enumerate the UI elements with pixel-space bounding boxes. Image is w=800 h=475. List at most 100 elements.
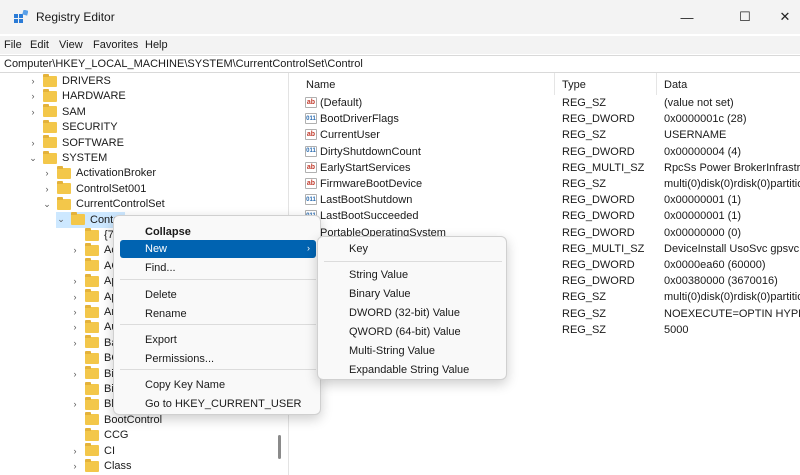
chevron-right-icon[interactable]: ›	[70, 245, 80, 255]
submenu-item[interactable]: DWORD (32-bit) Value	[324, 304, 502, 322]
tree-item[interactable]: › HARDWARE	[28, 88, 126, 104]
tree-item[interactable]: {7	[70, 227, 114, 243]
tree-item[interactable]: › Ba	[70, 335, 117, 351]
tree-item-label: CurrentControlSet	[76, 198, 165, 211]
context-menu-item[interactable]: Rename	[120, 305, 316, 323]
value-type: REG_SZ	[562, 178, 607, 190]
value-data: 0x00000004 (4)	[664, 145, 742, 158]
chevron-right-icon[interactable]: ›	[42, 184, 52, 194]
chevron-right-icon[interactable]: ›	[70, 307, 80, 317]
tree-item[interactable]: › SOFTWARE	[28, 135, 124, 151]
folder-icon	[85, 273, 99, 287]
chevron-right-icon[interactable]: ›	[70, 322, 80, 332]
value-row[interactable]: ab FirmwareBootDevice REG_SZ multi(0)disk(0…	[300, 176, 800, 192]
context-menu-item[interactable]: Collapse	[120, 223, 316, 241]
menu-view[interactable]: View	[59, 39, 83, 51]
value-row[interactable]: 011 LastBootShutdown REG_DWORD 0x00000001 (…	[300, 192, 800, 208]
address-path[interactable]: Computer\HKEY_LOCAL_MACHINE\SYSTEM\Curre…	[4, 58, 363, 70]
context-menu-item[interactable]: Export	[120, 331, 316, 349]
context-menu-item[interactable]: New ›	[120, 240, 316, 258]
tree-item[interactable]: SECURITY	[28, 119, 118, 135]
folder-icon	[43, 73, 57, 87]
submenu-item[interactable]: Expandable String Value	[324, 361, 502, 379]
folder-icon	[57, 181, 71, 195]
tree-item[interactable]: CCG	[70, 427, 128, 443]
menu-item-label: Expandable String Value	[349, 364, 470, 376]
chevron-right-icon[interactable]: ›	[28, 138, 38, 148]
submenu-item[interactable]: Multi-String Value	[324, 342, 502, 360]
tree-item[interactable]: › CI	[70, 443, 115, 459]
tree-item[interactable]: ⌄ CurrentControlSet	[42, 196, 165, 212]
context-menu-item[interactable]: Permissions...	[120, 350, 316, 368]
chevron-right-icon[interactable]: ›	[70, 369, 80, 379]
submenu-item[interactable]: QWORD (64-bit) Value	[324, 323, 502, 341]
menu-file[interactable]: File	[4, 39, 22, 51]
close-button[interactable]: ✕	[770, 0, 800, 34]
tree-item[interactable]: ⌄ SYSTEM	[28, 150, 107, 166]
chevron-down-icon[interactable]: ⌄	[28, 153, 38, 164]
value-data: 0x0000ea60 (60000)	[664, 259, 766, 271]
tree-item[interactable]: › DRIVERS	[28, 73, 111, 89]
submenu-item[interactable]: Binary Value	[324, 285, 502, 303]
menu-item-label: Key	[349, 243, 368, 255]
column-divider[interactable]	[554, 73, 555, 95]
chevron-right-icon[interactable]: ›	[70, 276, 80, 286]
value-type: REG_SZ	[562, 323, 607, 336]
context-menu-item[interactable]: Delete	[120, 286, 316, 304]
tree-item[interactable]: › Au	[70, 319, 117, 335]
tree-item[interactable]: AC	[70, 258, 119, 274]
tree-item[interactable]: › ControlSet001	[42, 181, 146, 197]
chevron-right-icon[interactable]: ›	[70, 338, 80, 348]
column-header-name[interactable]: Name	[306, 79, 335, 91]
value-name: CurrentUser	[320, 129, 380, 142]
tree-item-label: HARDWARE	[62, 90, 126, 103]
folder-icon	[85, 335, 99, 349]
tree-item[interactable]: › Class	[70, 458, 132, 474]
tree-item[interactable]: › SAM	[28, 104, 86, 120]
tree-item[interactable]: › Ap	[70, 289, 117, 305]
value-type: REG_SZ	[562, 97, 607, 109]
chevron-right-icon[interactable]: ›	[28, 107, 38, 117]
tree-item[interactable]: › Ac	[70, 242, 117, 258]
column-divider[interactable]	[656, 73, 657, 95]
submenu-item[interactable]: Key	[324, 240, 502, 258]
tree-item[interactable]: › Ap	[70, 273, 117, 289]
value-name: EarlyStartServices	[320, 161, 411, 174]
context-menu-item[interactable]: Find...	[120, 259, 316, 277]
minimize-button[interactable]: —	[664, 0, 710, 34]
submenu-item[interactable]: String Value	[324, 266, 502, 284]
value-row[interactable]: 011LastBootSucceededREG_DWORD0x00000001 …	[300, 208, 800, 224]
tree-item[interactable]: › Bit	[70, 366, 117, 382]
value-row[interactable]: 011 DirtyShutdownCount REG_DWORD 0x00000004…	[300, 144, 800, 160]
menu-favorites[interactable]: Favorites	[93, 39, 138, 51]
chevron-right-icon[interactable]: ›	[70, 446, 80, 456]
tree-item[interactable]: Bit	[70, 381, 117, 397]
chevron-down-icon[interactable]: ⌄	[56, 214, 66, 225]
tree-item[interactable]: › Ar	[70, 304, 115, 320]
chevron-right-icon[interactable]: ›	[70, 461, 80, 471]
value-row[interactable]: 011 BootDriverFlags REG_DWORD 0x0000001c (2…	[300, 111, 800, 127]
menu-edit[interactable]: Edit	[30, 39, 49, 51]
column-header-data[interactable]: Data	[664, 79, 687, 91]
context-menu-item[interactable]: Go to HKEY_CURRENT_USER	[120, 395, 316, 413]
chevron-right-icon[interactable]: ›	[42, 168, 52, 178]
tree-item-label: SAM	[62, 105, 86, 118]
chevron-right-icon[interactable]: ›	[70, 292, 80, 302]
value-row[interactable]: ab CurrentUser REG_SZ USERNAME	[300, 127, 800, 143]
value-row[interactable]: ab EarlyStartServices REG_MULTI_SZ RpcSs Po…	[300, 160, 800, 176]
column-header-type[interactable]: Type	[562, 79, 586, 91]
tree-item[interactable]: › ActivationBroker	[42, 165, 156, 181]
value-data: 5000	[664, 323, 689, 336]
context-menu-item[interactable]: Copy Key Name	[120, 376, 316, 394]
tree-item-label: BootControl	[104, 413, 163, 426]
chevron-right-icon[interactable]: ›	[70, 399, 80, 409]
menu-help[interactable]: Help	[145, 39, 168, 51]
tree-scrollbar-thumb[interactable]	[278, 435, 281, 459]
address-bar[interactable]: Computer\HKEY_LOCAL_MACHINE\SYSTEM\Curre…	[0, 55, 800, 73]
menu-item-label: Find...	[145, 262, 176, 274]
chevron-down-icon[interactable]: ⌄	[42, 199, 52, 210]
value-row[interactable]: ab (Default) REG_SZ (value not set)	[300, 95, 800, 111]
chevron-right-icon[interactable]: ›	[28, 76, 38, 86]
maximize-button[interactable]: ☐	[722, 0, 768, 34]
chevron-right-icon[interactable]: ›	[28, 91, 38, 101]
